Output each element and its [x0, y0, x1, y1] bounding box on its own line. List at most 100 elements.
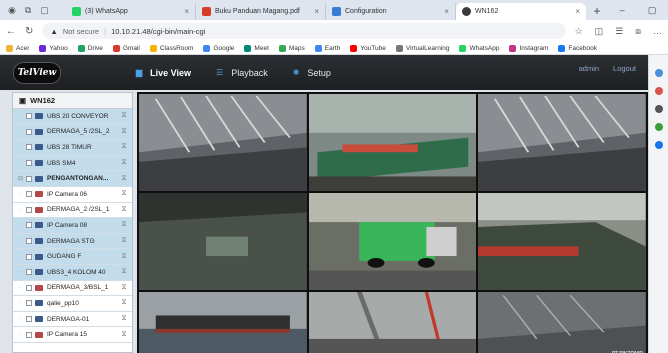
record-icon[interactable]: ⧖ — [119, 112, 129, 120]
nav-live-view[interactable]: ▆ Live View — [133, 55, 194, 90]
tree-item[interactable]: · IP Camera 15 ⧖ — [13, 327, 132, 343]
sidebar-shopping-icon[interactable] — [655, 87, 663, 95]
close-tab-icon[interactable]: × — [444, 7, 449, 16]
url-field[interactable]: ▲ Not secure | 10.10.21.48/cgi-bin/main-… — [42, 23, 566, 39]
record-icon[interactable]: ⧖ — [119, 315, 129, 323]
sidebar-games-icon[interactable] — [655, 123, 663, 131]
tree-item[interactable]: · GUDANG F ⧖ — [13, 249, 132, 265]
video-tile[interactable] — [478, 94, 646, 191]
close-tab-icon[interactable]: × — [575, 7, 580, 16]
bookmark[interactable]: Meet — [244, 44, 269, 52]
tree-item[interactable]: ⊟ PENGANTONGAN... ⧖ — [13, 171, 132, 187]
video-tile[interactable]: PT.PIKTONIR — [478, 292, 646, 353]
tree-item[interactable]: · DERMAGA_5 /2SL_2 ⧖ — [13, 124, 132, 141]
record-icon[interactable]: ⧖ — [119, 237, 129, 245]
maximize-icon[interactable]: ▢ — [648, 5, 657, 16]
bookmark[interactable]: Acer — [6, 44, 29, 52]
sidebar-outlook-icon[interactable] — [655, 141, 663, 149]
bookmark[interactable]: Google — [203, 44, 234, 52]
browser-tab-active[interactable]: WN162 × — [456, 3, 586, 20]
channel-checkbox[interactable] — [26, 284, 32, 291]
bookmark[interactable]: Gmail — [112, 44, 140, 52]
video-tile[interactable] — [139, 94, 307, 191]
record-icon[interactable]: ⧖ — [119, 284, 129, 292]
channel-checkbox[interactable] — [26, 206, 32, 213]
reload-icon[interactable]: ↻ — [25, 26, 33, 37]
record-icon[interactable]: ⧖ — [119, 128, 129, 136]
record-icon[interactable]: ⧖ — [119, 143, 129, 151]
channel-checkbox[interactable] — [26, 128, 32, 135]
new-tab-button[interactable]: + — [586, 3, 608, 20]
video-tile[interactable] — [308, 292, 477, 353]
close-tab-icon[interactable]: × — [314, 7, 319, 16]
channel-checkbox[interactable] — [26, 316, 32, 323]
bookmark[interactable]: Yahoo — [39, 44, 68, 52]
channel-checkbox[interactable] — [26, 144, 32, 151]
bookmark[interactable]: ClassRoom — [149, 44, 193, 52]
record-icon[interactable]: ⧖ — [119, 299, 129, 307]
tree-item[interactable]: · IP Camera 08 ⧖ — [13, 218, 132, 234]
device-tree-root[interactable]: ▣ WN162 — [13, 93, 132, 109]
bookmark[interactable]: Instagram — [509, 44, 548, 52]
tree-item[interactable]: · qalie_pp10 ⧖ — [13, 296, 132, 312]
channel-checkbox[interactable] — [26, 331, 32, 338]
workspaces-icon[interactable]: ⧉ — [25, 5, 31, 16]
minimize-icon[interactable]: – — [620, 5, 625, 15]
tree-item[interactable]: · DERMAGA_3/BSL_1 ⧖ — [13, 281, 132, 297]
video-tile[interactable] — [478, 193, 646, 290]
channel-checkbox[interactable] — [26, 160, 32, 167]
record-icon[interactable]: ⧖ — [119, 331, 129, 339]
record-icon[interactable]: ⧖ — [119, 206, 129, 214]
bookmark[interactable]: VirtualLearning — [395, 44, 449, 52]
tree-item[interactable]: · IP Camera 06 ⧖ — [13, 187, 132, 203]
channel-checkbox[interactable] — [26, 253, 32, 260]
video-tile[interactable] — [308, 94, 477, 191]
channel-checkbox[interactable] — [26, 191, 32, 198]
bookmark[interactable]: Drive — [77, 44, 103, 52]
channel-checkbox[interactable] — [26, 269, 32, 276]
channel-checkbox[interactable] — [26, 222, 32, 229]
record-icon[interactable]: ⧖ — [119, 253, 129, 261]
video-tile[interactable] — [139, 193, 307, 290]
split-screen-icon[interactable]: ◫ — [595, 26, 604, 37]
more-menu-icon[interactable]: … — [653, 26, 662, 37]
browser-tab[interactable]: Configuration × — [326, 3, 456, 20]
tree-item[interactable]: · DERMAGA_2 /2SL_1 ⧖ — [13, 203, 132, 219]
back-icon[interactable]: ← — [6, 26, 16, 37]
sidebar-search-icon[interactable] — [655, 69, 663, 77]
tree-item[interactable]: · DERMAGA-01 ⧖ — [13, 312, 132, 328]
sidebar-tools-icon[interactable] — [655, 105, 663, 113]
nav-setup[interactable]: ✱ Setup — [290, 55, 334, 90]
favorites-icon[interactable]: ☰ — [615, 26, 623, 37]
record-icon[interactable]: ⧖ — [119, 268, 129, 276]
tree-item[interactable]: · UBS 20 CONVEYOR ⧖ — [13, 109, 132, 125]
browser-tab[interactable]: Buku Panduan Magang.pdf × — [196, 3, 326, 20]
record-icon[interactable]: ⧖ — [119, 190, 129, 198]
favorite-star-icon[interactable]: ☆ — [575, 26, 583, 37]
browser-tab[interactable]: (3) WhatsApp × — [66, 3, 196, 20]
bookmark[interactable]: Earth — [314, 44, 340, 52]
collapse-icon[interactable]: ▣ — [19, 96, 26, 105]
bookmark[interactable]: WhatsApp — [459, 44, 499, 52]
video-tile[interactable] — [139, 292, 307, 353]
channel-checkbox[interactable] — [26, 175, 32, 182]
logout-link[interactable]: Logout — [613, 64, 636, 73]
profile-icon[interactable]: ◉ — [8, 5, 16, 16]
nav-playback[interactable]: ☰ Playback — [213, 55, 271, 90]
tab-actions-icon[interactable]: ▢ — [40, 5, 49, 16]
bookmark[interactable]: YouTube — [350, 44, 386, 52]
record-icon[interactable]: ⧖ — [119, 159, 129, 167]
channel-checkbox[interactable] — [26, 113, 32, 120]
channel-checkbox[interactable] — [26, 300, 32, 307]
bookmark[interactable]: Facebook — [558, 44, 597, 52]
collections-icon[interactable]: ⧈ — [635, 26, 641, 37]
record-icon[interactable]: ⧖ — [119, 221, 129, 229]
tree-item[interactable]: · UBS 28 TIMUR ⧖ — [13, 140, 132, 156]
video-tile[interactable] — [308, 193, 477, 290]
bookmark[interactable]: Maps — [278, 44, 305, 52]
tree-item[interactable]: · UBS SM4 ⧖ — [13, 155, 132, 172]
tree-item[interactable]: · UBS3_4 KOLOM 40 ⧖ — [13, 264, 132, 281]
close-tab-icon[interactable]: × — [184, 7, 189, 16]
channel-checkbox[interactable] — [26, 238, 32, 245]
record-icon[interactable]: ⧖ — [119, 175, 129, 183]
